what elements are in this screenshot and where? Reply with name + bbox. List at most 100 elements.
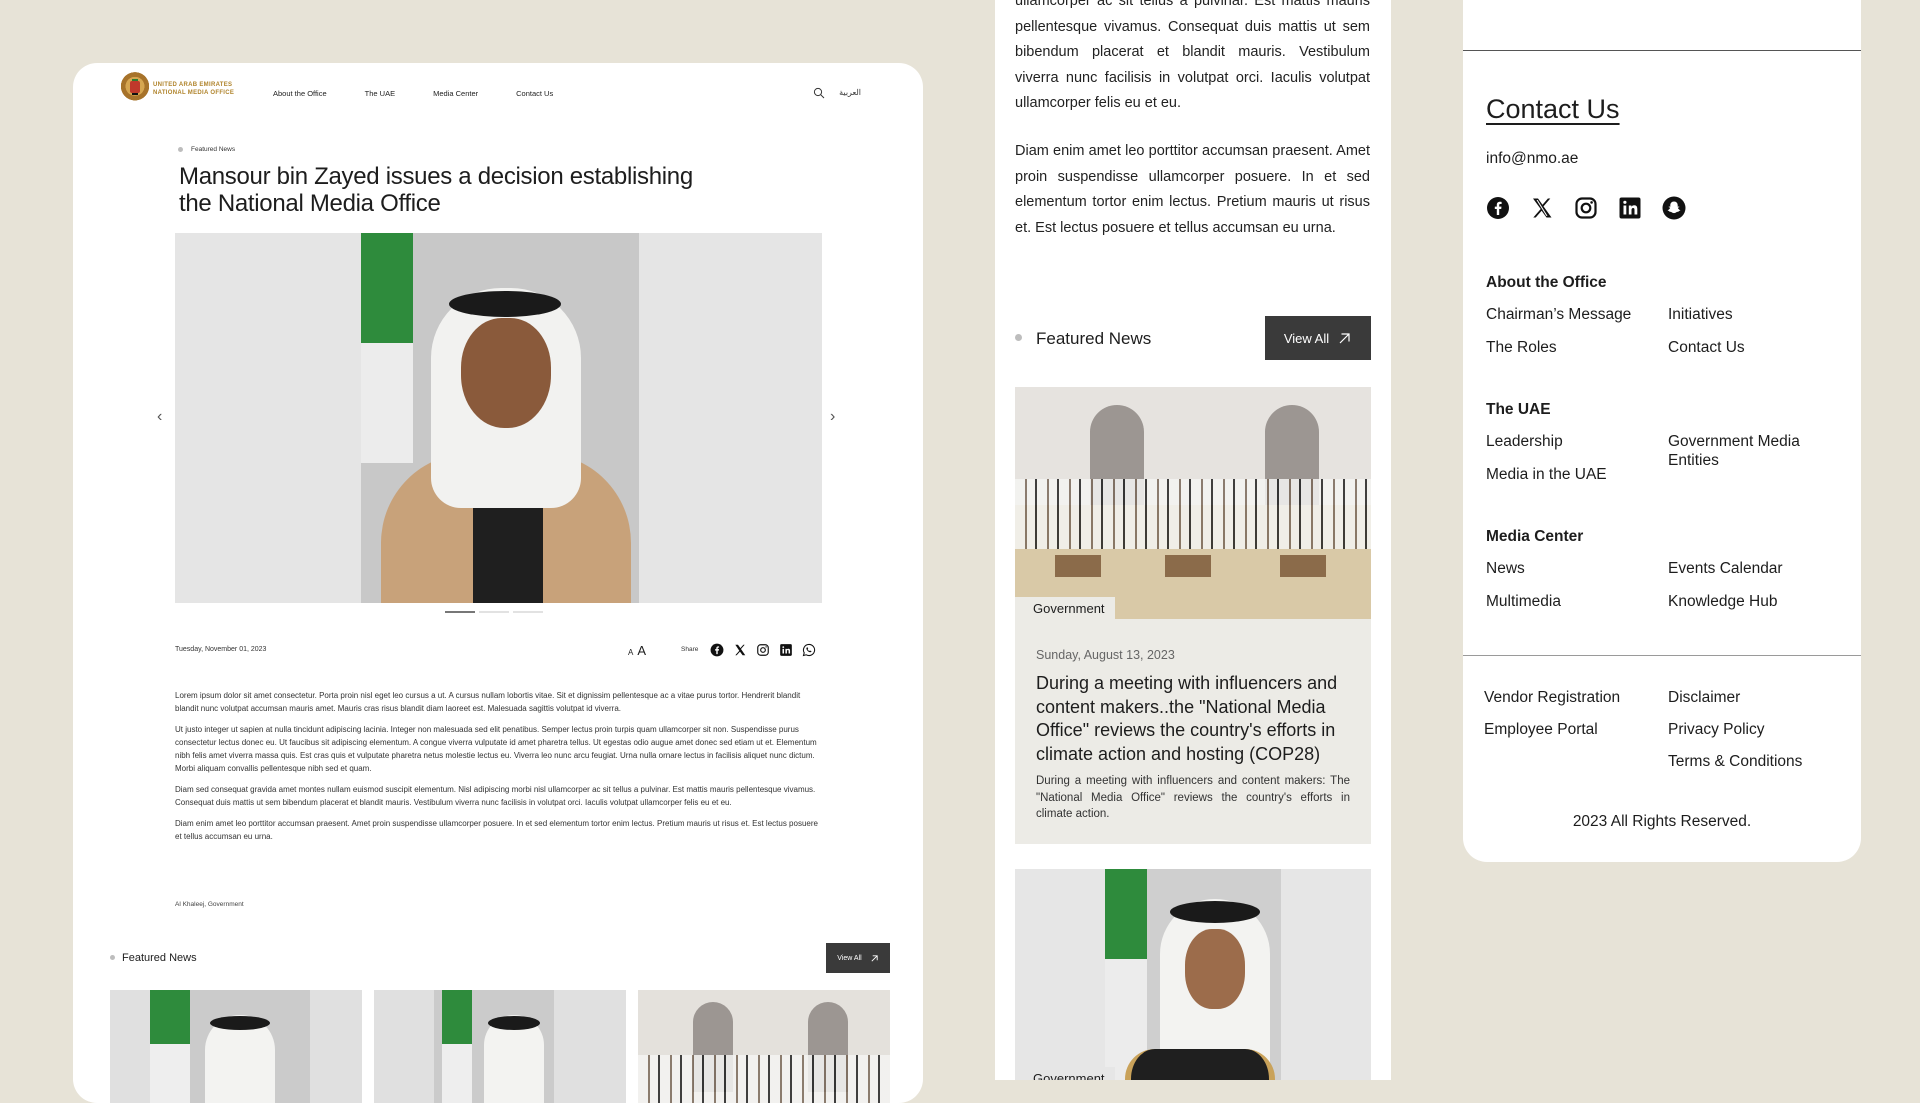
facebook-icon[interactable] [710, 643, 724, 657]
carousel-prev-icon[interactable]: ‹ [157, 408, 162, 426]
hall-table [1280, 555, 1326, 577]
hall-crowd [1015, 479, 1371, 549]
thumbnail-flag [442, 990, 472, 1103]
featured-news-thumbnails [110, 990, 890, 1103]
footer-link[interactable]: Government Media Entities [1668, 432, 1818, 470]
news-card-title[interactable]: During a meeting with influencers and co… [1036, 672, 1356, 766]
article-meta-row: Tuesday, November 01, 2023 AA Share [175, 643, 822, 659]
footer-bottom-link[interactable]: Disclaimer [1668, 688, 1740, 707]
copyright-text: 2023 All Rights Reserved. [1572, 813, 1752, 830]
category-badge: Government [1015, 597, 1115, 619]
carousel-next-icon[interactable]: › [830, 408, 835, 426]
article-continuation-panel: ullamcorper ac sit tellus a pulvinar. Es… [995, 0, 1391, 1080]
footer-link[interactable]: Events Calendar [1668, 559, 1783, 578]
portrait-face [1185, 929, 1245, 1009]
footer-link[interactable]: Leadership [1486, 432, 1563, 451]
footer-link[interactable]: Initiatives [1668, 305, 1733, 324]
snapchat-icon[interactable] [1662, 196, 1686, 220]
view-all-button[interactable]: View All [1265, 316, 1371, 360]
news-card[interactable]: Government Sunday, August 13, 2023 Durin… [1015, 387, 1371, 844]
logo-line1: UNITED ARAB EMIRATES [153, 82, 233, 88]
linkedin-icon[interactable] [779, 643, 793, 657]
font-size-control[interactable]: AA [628, 643, 646, 658]
tag-dot [178, 147, 183, 152]
carousel-dot[interactable] [513, 611, 543, 613]
hall-table [1055, 555, 1101, 577]
arrow-up-right-icon [871, 954, 878, 962]
carousel-indicators [445, 611, 543, 613]
news-card-image: Government [1015, 387, 1371, 619]
view-all-label: View All [1283, 330, 1330, 346]
portrait-agal [449, 291, 561, 317]
search-icon[interactable] [813, 87, 825, 99]
thumbnail-agal [210, 1016, 270, 1030]
news-thumbnail[interactable] [374, 990, 626, 1103]
news-card-date: Sunday, August 13, 2023 [1036, 648, 1175, 662]
view-all-button[interactable]: View All [826, 943, 890, 973]
footer-bottom-link[interactable]: Terms & Conditions [1668, 752, 1802, 771]
nav-link-uae[interactable]: The UAE [365, 89, 395, 98]
linkedin-icon[interactable] [1618, 196, 1642, 220]
whatsapp-icon[interactable] [802, 643, 816, 657]
article-body: Lorem ipsum dolor sit amet consectetur. … [175, 689, 825, 851]
nav-link-media-center[interactable]: Media Center [433, 89, 478, 98]
nav-link-about[interactable]: About the Office [273, 89, 327, 98]
instagram-icon[interactable] [1574, 196, 1598, 220]
footer-email[interactable]: info@nmo.ae [1486, 150, 1578, 168]
featured-dot [110, 955, 115, 960]
footer-link[interactable]: Contact Us [1668, 338, 1745, 357]
article-title: Mansour bin Zayed issues a decision esta… [179, 163, 693, 217]
featured-dot [1015, 334, 1022, 341]
carousel-dot[interactable] [479, 611, 509, 613]
footer-section-title: Media Center [1486, 528, 1584, 545]
article-tag: Featured News [178, 146, 235, 153]
instagram-icon[interactable] [756, 643, 770, 657]
footer-bottom-link[interactable]: Vendor Registration [1484, 688, 1620, 707]
footer-link[interactable]: The Roles [1486, 338, 1557, 357]
share-icons [710, 643, 816, 657]
article-paragraph: Diam sed consequat gravida amet montes n… [175, 785, 816, 807]
footer-social-icons [1486, 196, 1686, 220]
news-card-image [1105, 869, 1281, 1080]
news-card[interactable]: Government [1015, 869, 1371, 1080]
hall-table [1165, 555, 1211, 577]
news-card-description: During a meeting with influencers and co… [1036, 775, 1350, 820]
featured-news-label: Featured News [122, 952, 197, 964]
footer-link[interactable]: News [1486, 559, 1525, 578]
thumbnail-flag [150, 990, 190, 1103]
news-thumbnail[interactable] [110, 990, 362, 1103]
x-icon[interactable] [1530, 196, 1554, 220]
news-thumbnail[interactable] [638, 990, 890, 1103]
arrow-up-right-icon [1339, 332, 1350, 343]
logo-line2: NATIONAL MEDIA OFFICE [153, 90, 235, 96]
thumbnail-agal [488, 1016, 540, 1030]
footer-link[interactable]: Chairman’s Message [1486, 305, 1631, 324]
flag-white [361, 343, 413, 463]
footer-contact-title[interactable]: Contact Us [1486, 94, 1620, 125]
article-date: Tuesday, November 01, 2023 [175, 646, 267, 653]
footer-link[interactable]: Knowledge Hub [1668, 592, 1777, 611]
footer-bottom-link[interactable]: Employee Portal [1484, 720, 1598, 739]
article-source: Al Khaleej, Government [175, 901, 244, 908]
footer-divider [1463, 655, 1861, 656]
article-paragraph: Diam enim amet leo porttitor accumsan pr… [175, 819, 818, 841]
font-decrease-button[interactable]: A [628, 648, 633, 657]
featured-news-label: Featured News [1036, 329, 1152, 348]
featured-news-header: Featured News View All [110, 943, 890, 975]
hero-carousel [175, 233, 822, 603]
footer-panel: Contact Us info@nmo.ae About the Office … [1463, 0, 1861, 862]
portrait-agal [1170, 901, 1260, 923]
footer-link[interactable]: Multimedia [1486, 592, 1561, 611]
footer-link[interactable]: Media in the UAE [1486, 465, 1607, 484]
portrait-bisht [1125, 1049, 1275, 1080]
facebook-icon[interactable] [1486, 196, 1510, 220]
x-icon[interactable] [733, 643, 747, 657]
footer-bottom-link[interactable]: Privacy Policy [1668, 720, 1764, 739]
language-toggle[interactable]: العربية [839, 88, 861, 97]
font-increase-button[interactable]: A [637, 643, 646, 658]
article-paragraph: Ut justo integer ut sapien at nulla tinc… [175, 725, 817, 773]
logo-text[interactable]: UNITED ARAB EMIRATES NATIONAL MEDIA OFFI… [153, 81, 234, 97]
carousel-dot[interactable] [445, 611, 475, 613]
nav-link-contact[interactable]: Contact Us [516, 89, 553, 98]
uae-emblem-logo[interactable] [121, 71, 149, 105]
